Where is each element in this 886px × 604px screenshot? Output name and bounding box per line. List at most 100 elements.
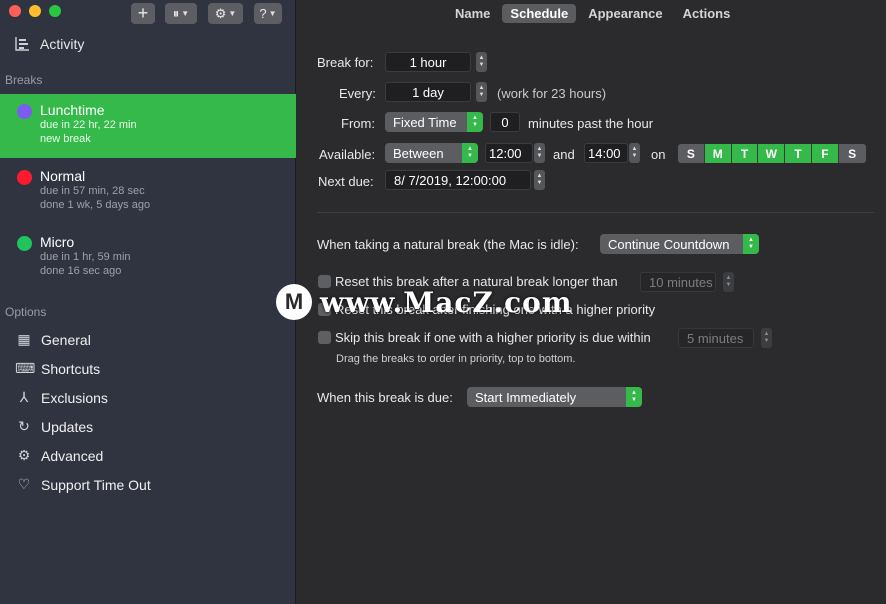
break-status: done 16 sec ago [40,265,122,277]
break-for-field[interactable]: 1 hour [385,52,471,72]
day-toggle-tuesday[interactable]: T [731,144,759,163]
skip-break-checkbox[interactable] [318,331,331,344]
day-toggle-friday[interactable]: F [811,144,839,163]
sidebar-item-advanced[interactable]: ⚙ Advanced [15,447,104,464]
every-label: Every: [339,86,376,101]
window-controls [9,5,61,17]
next-due-stepper[interactable]: ▲ ▼ [534,170,545,190]
skip-break-field[interactable]: 5 minutes [678,328,754,348]
break-item-lunchtime[interactable]: Lunchtime due in 22 hr, 22 min new break [0,94,296,158]
skip-break-stepper[interactable]: ▲ ▼ [761,328,772,348]
select-arrows-icon: ▲ ▼ [462,143,478,163]
break-status: new break [40,133,91,145]
break-due: due in 22 hr, 22 min [40,119,137,131]
break-item-micro[interactable]: Micro due in 1 hr, 59 min done 16 sec ag… [0,226,296,290]
weekday-selector: S M T W T F S [678,144,866,163]
priority-hint: Drag the breaks to order in priority, to… [336,353,576,365]
sidebar-item-label: Activity [40,35,85,52]
available-end-stepper[interactable]: ▲ ▼ [629,143,640,163]
break-status: done 1 wk, 5 days ago [40,199,151,211]
updates-icon: ↻ [18,418,30,434]
sidebar-item-label: Updates [41,418,94,435]
minimize-window-button[interactable] [29,5,41,17]
day-toggle-wednesday[interactable]: W [758,144,786,163]
watermark-text: www.MacZ.com [320,285,573,319]
section-divider [317,212,874,213]
watermark: M www.MacZ.com [276,284,572,320]
every-field[interactable]: 1 day [385,82,471,102]
break-for-stepper[interactable]: ▲ ▼ [476,52,487,72]
sidebar-item-label: Advanced [41,447,104,464]
next-due-label: Next due: [318,174,374,189]
next-due-field[interactable]: 8/ 7/2019, 12:00:00 [385,170,531,190]
from-select-value: Fixed Time [393,114,457,130]
available-start-field[interactable]: 12:00 [485,143,533,163]
break-name: Normal [40,168,86,184]
and-label: and [553,147,575,162]
close-window-button[interactable] [9,5,21,17]
sidebar-item-general[interactable]: ▦ General [15,331,91,348]
minutes-past-field[interactable]: 0 [490,112,520,132]
sidebar: + ⏸ ▼ ⚙ ▼ ? ▼ Activity Breaks Lunchtime … [0,0,296,604]
available-start-stepper[interactable]: ▲ ▼ [534,143,545,163]
sidebar-item-label: General [41,331,91,348]
plus-icon: + [137,3,149,23]
natural-break-select[interactable]: Continue Countdown ▲ ▼ [600,234,759,254]
tab-schedule[interactable]: Schedule [502,4,577,23]
day-toggle-monday[interactable]: M [704,144,732,163]
zoom-window-button[interactable] [49,5,61,17]
add-break-button[interactable]: + [131,3,155,24]
heart-icon: ♡ [17,476,31,492]
pause-menu-button[interactable]: ⏸ ▼ [165,3,197,24]
breaks-section-heading: Breaks [5,73,43,87]
sidebar-item-support[interactable]: ♡ Support Time Out [15,476,151,493]
gear-icon: ⚙ [214,5,227,21]
available-select[interactable]: Between ▲ ▼ [385,143,478,163]
sidebar-item-exclusions[interactable]: ⅄ Exclusions [15,389,108,406]
every-stepper[interactable]: ▲ ▼ [476,82,487,102]
break-item-normal[interactable]: Normal due in 57 min, 28 sec done 1 wk, … [0,160,296,224]
break-name: Lunchtime [40,102,105,118]
reset-natural-stepper[interactable]: ▲ ▼ [723,272,734,292]
sidebar-item-label: Exclusions [41,389,108,406]
day-toggle-saturday[interactable]: S [838,144,866,163]
select-arrows-icon: ▲ ▼ [626,387,642,407]
day-toggle-thursday[interactable]: T [785,144,812,163]
select-arrows-icon: ▲ ▼ [467,112,483,132]
available-end-field[interactable]: 14:00 [584,143,628,163]
from-select[interactable]: Fixed Time ▲ ▼ [385,112,483,132]
break-due: due in 57 min, 28 sec [40,185,145,197]
break-color-dot [17,104,32,119]
shortcuts-icon: ⌨ [15,360,36,376]
natural-break-select-value: Continue Countdown [608,236,730,252]
natural-break-label: When taking a natural break (the Mac is … [317,237,579,252]
skip-break-label: Skip this break if one with a higher pri… [335,330,651,345]
reset-natural-field[interactable]: 10 minutes [640,272,716,292]
day-toggle-sunday[interactable]: S [678,144,705,163]
help-icon: ? [259,6,267,21]
settings-menu-button[interactable]: ⚙ ▼ [208,3,243,24]
pause-icon: ⏸ [172,5,180,21]
work-duration-note: (work for 23 hours) [497,86,607,101]
help-menu-button[interactable]: ? ▼ [254,3,282,24]
sidebar-item-activity[interactable]: Activity [14,35,84,52]
tab-appearance[interactable]: Appearance [580,4,670,23]
general-icon: ▦ [17,331,31,347]
select-arrows-icon: ▲ ▼ [743,234,759,254]
advanced-icon: ⚙ [17,447,31,463]
sidebar-item-shortcuts[interactable]: ⌨ Shortcuts [15,360,100,377]
break-color-dot [17,236,32,251]
break-color-dot [17,170,32,185]
tab-name[interactable]: Name [447,4,498,23]
sidebar-item-updates[interactable]: ↻ Updates [15,418,93,435]
break-name: Micro [40,234,75,250]
chevron-down-icon: ▼ [268,9,277,18]
options-section-heading: Options [5,305,47,319]
when-due-select-value: Start Immediately [475,389,577,405]
available-label: Available: [319,147,376,162]
activity-chart-icon [15,37,29,51]
chevron-down-icon: ▼ [228,9,237,18]
sidebar-item-label: Shortcuts [41,360,101,377]
tab-actions[interactable]: Actions [675,4,739,23]
when-due-select[interactable]: Start Immediately ▲ ▼ [467,387,642,407]
